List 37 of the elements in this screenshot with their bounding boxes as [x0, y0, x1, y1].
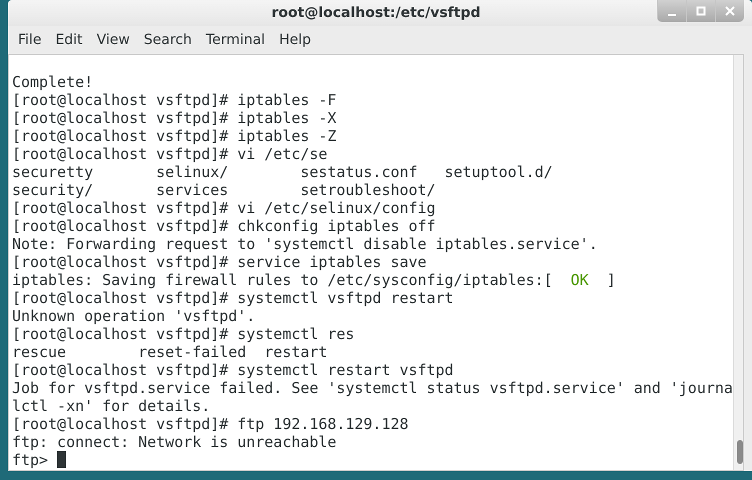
ftp-prompt: ftp>	[12, 451, 50, 469]
terminal-line: [root@localhost vsftpd]# vi /etc/selinux/config	[12, 199, 437, 217]
scrollbar-thumb[interactable]	[736, 440, 743, 464]
terminal-line: rescue reset-failed restart	[12, 343, 328, 361]
terminal-line: [root@localhost vsftpd]# systemctl res	[12, 325, 356, 343]
terminal-line: iptables: Saving firewall rules to /etc/sysconfig/iptables:[	[12, 271, 554, 289]
terminal-line: [root@localhost vsftpd]# iptables -X	[12, 109, 338, 127]
scrollbar[interactable]	[732, 55, 743, 470]
maximize-icon	[696, 6, 706, 16]
minimize-icon	[668, 14, 676, 16]
terminal-line: [root@localhost vsftpd]# chkconfig iptables off	[12, 217, 437, 235]
menu-item[interactable]: Search	[140, 32, 200, 48]
terminal-line: securetty selinux/ sestatus.conf setuptool.d/	[12, 163, 554, 181]
close-icon	[725, 6, 735, 16]
menu-item[interactable]: View	[92, 32, 138, 48]
status-ok-text: OK	[570, 271, 589, 289]
terminal-line: [root@localhost vsftpd]# ftp 192.168.129.128	[12, 415, 410, 433]
terminal-line: security/ services setroubleshoot/	[12, 181, 437, 199]
menu-item[interactable]: Terminal	[202, 32, 274, 48]
text-cursor	[57, 451, 66, 468]
terminal-line: Complete!	[12, 73, 94, 91]
window-title: root@localhost:/etc/vsftpd	[271, 5, 480, 21]
menu-item[interactable]: Help	[275, 32, 319, 48]
terminal-line: [root@localhost vsftpd]# vi /etc/se	[12, 145, 328, 163]
terminal-line: Note: Forwarding request to 'systemctl disable iptables.service'.	[12, 235, 599, 253]
terminal-line: ftp: connect: Network is unreachable	[12, 433, 338, 451]
terminal-line: [root@localhost vsftpd]# systemctl vsftpd restart	[12, 289, 455, 307]
terminal-line: Job for vsftpd.service failed. See 'systemctl status vsftpd.service' and 'journa	[12, 379, 733, 397]
terminal-line: [root@localhost vsftpd]# iptables -F	[12, 91, 338, 109]
terminal-line: lctl -xn' for details.	[12, 397, 212, 415]
menu-item[interactable]: Edit	[51, 32, 91, 48]
terminal-line: Unknown operation 'vsftpd'.	[12, 307, 256, 325]
menu-item[interactable]: File	[14, 32, 50, 48]
terminal-line: [root@localhost vsftpd]# systemctl restart vsftpd	[12, 361, 455, 379]
terminal-line: ]	[606, 271, 616, 289]
terminal-line: [root@localhost vsftpd]# service iptables save	[12, 253, 428, 271]
terminal-line: [root@localhost vsftpd]# iptables -Z	[12, 127, 338, 145]
